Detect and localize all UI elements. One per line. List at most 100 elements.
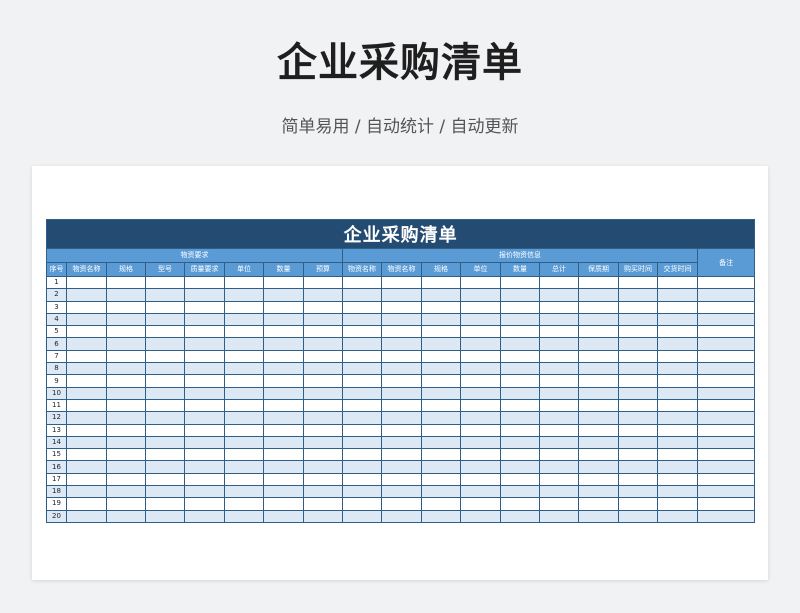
table-cell[interactable] xyxy=(224,460,264,474)
table-cell[interactable] xyxy=(303,448,343,462)
table-cell[interactable] xyxy=(224,411,264,425)
table-cell[interactable] xyxy=(66,386,107,400)
table-cell[interactable] xyxy=(184,386,225,400)
table-cell[interactable] xyxy=(460,448,501,462)
table-cell[interactable] xyxy=(539,288,579,302)
table-cell[interactable] xyxy=(106,362,146,376)
table-cell[interactable] xyxy=(539,435,579,450)
table-cell[interactable] xyxy=(460,398,501,413)
table-cell[interactable] xyxy=(66,472,107,487)
table-cell[interactable] xyxy=(381,448,422,462)
table-cell[interactable] xyxy=(66,435,107,450)
table-cell[interactable] xyxy=(421,374,461,388)
table-cell[interactable] xyxy=(657,398,698,413)
table-cell[interactable] xyxy=(303,312,343,327)
table-cell[interactable] xyxy=(421,423,461,437)
table-cell[interactable] xyxy=(421,288,461,302)
table-cell[interactable] xyxy=(578,472,619,487)
table-cell[interactable] xyxy=(618,460,658,474)
table-cell[interactable] xyxy=(263,349,304,364)
table-cell[interactable] xyxy=(145,386,185,400)
table-cell[interactable] xyxy=(66,423,107,437)
table-cell[interactable] xyxy=(460,275,501,290)
table-cell[interactable] xyxy=(263,435,304,450)
table-cell[interactable] xyxy=(578,398,619,413)
table-cell[interactable] xyxy=(539,362,579,376)
table-cell[interactable] xyxy=(578,460,619,474)
table-cell[interactable] xyxy=(381,460,422,474)
table-cell[interactable] xyxy=(66,325,107,339)
table-cell[interactable] xyxy=(618,275,658,290)
table-cell[interactable] xyxy=(381,435,422,450)
table-cell[interactable] xyxy=(460,312,501,327)
table-cell[interactable] xyxy=(421,362,461,376)
table-cell[interactable] xyxy=(539,497,579,511)
table-cell[interactable] xyxy=(460,460,501,474)
table-cell[interactable] xyxy=(342,312,382,327)
table-cell[interactable] xyxy=(618,448,658,462)
table-cell[interactable] xyxy=(263,423,304,437)
table-cell[interactable] xyxy=(342,362,382,376)
table-cell[interactable] xyxy=(145,485,185,499)
table-cell[interactable] xyxy=(224,435,264,450)
table-cell[interactable] xyxy=(263,411,304,425)
table-cell[interactable] xyxy=(539,509,579,523)
table-cell[interactable] xyxy=(106,435,146,450)
table-cell[interactable] xyxy=(184,398,225,413)
table-cell[interactable] xyxy=(618,398,658,413)
table-cell[interactable] xyxy=(421,337,461,351)
table-cell[interactable] xyxy=(303,460,343,474)
table-cell[interactable] xyxy=(106,288,146,302)
table-cell[interactable] xyxy=(66,300,107,314)
table-cell[interactable] xyxy=(381,386,422,400)
table-cell[interactable] xyxy=(66,448,107,462)
table-cell[interactable] xyxy=(696,362,756,376)
table-cell[interactable] xyxy=(578,349,619,364)
table-cell[interactable] xyxy=(460,337,501,351)
table-cell[interactable] xyxy=(263,300,304,314)
table-cell[interactable] xyxy=(381,374,422,388)
table-cell[interactable] xyxy=(381,275,422,290)
table-cell[interactable] xyxy=(145,275,185,290)
table-cell[interactable] xyxy=(263,374,304,388)
table-cell[interactable] xyxy=(539,275,579,290)
table-cell[interactable] xyxy=(224,398,264,413)
table-cell[interactable] xyxy=(618,386,658,400)
table-cell[interactable] xyxy=(184,275,225,290)
table-cell[interactable] xyxy=(421,497,461,511)
table-cell[interactable] xyxy=(460,411,501,425)
table-cell[interactable] xyxy=(342,398,382,413)
table-cell[interactable] xyxy=(460,472,501,487)
table-cell[interactable] xyxy=(66,485,107,499)
table-cell[interactable] xyxy=(263,509,304,523)
table-cell[interactable] xyxy=(539,325,579,339)
table-cell[interactable] xyxy=(421,411,461,425)
table-cell[interactable] xyxy=(500,386,540,400)
table-cell[interactable] xyxy=(696,460,756,474)
table-cell[interactable] xyxy=(618,435,658,450)
table-cell[interactable] xyxy=(578,509,619,523)
table-cell[interactable] xyxy=(303,300,343,314)
table-cell[interactable] xyxy=(618,472,658,487)
table-cell[interactable] xyxy=(381,423,422,437)
table-cell[interactable] xyxy=(106,423,146,437)
table-cell[interactable] xyxy=(539,448,579,462)
table-cell[interactable] xyxy=(421,460,461,474)
table-cell[interactable] xyxy=(342,472,382,487)
table-cell[interactable] xyxy=(184,337,225,351)
table-cell[interactable] xyxy=(263,485,304,499)
table-cell[interactable] xyxy=(578,423,619,437)
table-cell[interactable] xyxy=(578,411,619,425)
table-cell[interactable] xyxy=(500,362,540,376)
table-cell[interactable] xyxy=(421,312,461,327)
table-cell[interactable] xyxy=(618,423,658,437)
table-cell[interactable] xyxy=(539,300,579,314)
table-cell[interactable] xyxy=(66,275,107,290)
table-cell[interactable] xyxy=(342,448,382,462)
table-cell[interactable] xyxy=(618,497,658,511)
table-cell[interactable] xyxy=(145,349,185,364)
table-cell[interactable] xyxy=(145,435,185,450)
table-cell[interactable] xyxy=(263,472,304,487)
table-cell[interactable] xyxy=(303,472,343,487)
table-cell[interactable] xyxy=(500,300,540,314)
